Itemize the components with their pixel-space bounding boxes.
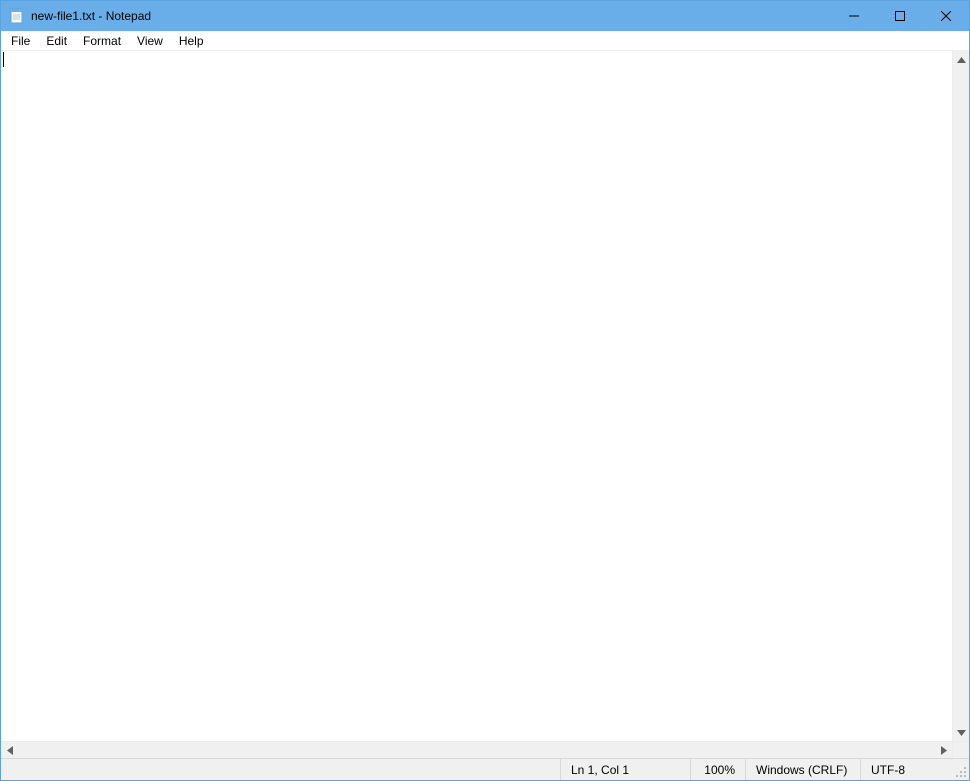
- text-cursor: [3, 52, 4, 67]
- horizontal-scroll-track[interactable]: [18, 742, 935, 758]
- status-encoding: UTF-8: [860, 759, 952, 780]
- status-spacer: [1, 759, 560, 780]
- menubar: File Edit Format View Help: [1, 31, 969, 51]
- menu-edit[interactable]: Edit: [38, 32, 75, 50]
- maximize-button[interactable]: [877, 1, 923, 31]
- status-zoom: 100%: [690, 759, 745, 780]
- menu-format[interactable]: Format: [75, 32, 129, 50]
- titlebar[interactable]: new-file1.txt - Notepad: [1, 1, 969, 31]
- status-position: Ln 1, Col 1: [560, 759, 690, 780]
- scroll-up-icon[interactable]: [953, 51, 969, 68]
- window-controls: [831, 1, 969, 31]
- scroll-corner: [952, 741, 969, 758]
- menu-file[interactable]: File: [3, 32, 38, 50]
- scroll-left-icon[interactable]: [1, 742, 18, 758]
- horizontal-scrollbar[interactable]: [1, 741, 952, 758]
- horizontal-scroll-row: [1, 741, 969, 758]
- statusbar: Ln 1, Col 1 100% Windows (CRLF) UTF-8: [1, 758, 969, 780]
- scroll-right-icon[interactable]: [935, 742, 952, 758]
- editor-region: [1, 51, 969, 741]
- text-editor[interactable]: [1, 51, 952, 741]
- notepad-icon: [9, 8, 25, 24]
- menu-help[interactable]: Help: [171, 32, 212, 50]
- vertical-scrollbar[interactable]: [952, 51, 969, 741]
- window-title: new-file1.txt - Notepad: [31, 9, 831, 23]
- menu-view[interactable]: View: [129, 32, 171, 50]
- vertical-scroll-track[interactable]: [953, 68, 969, 724]
- close-button[interactable]: [923, 1, 969, 31]
- scroll-down-icon[interactable]: [953, 724, 969, 741]
- minimize-button[interactable]: [831, 1, 877, 31]
- status-line-ending: Windows (CRLF): [745, 759, 860, 780]
- resize-grip-icon[interactable]: [952, 759, 969, 780]
